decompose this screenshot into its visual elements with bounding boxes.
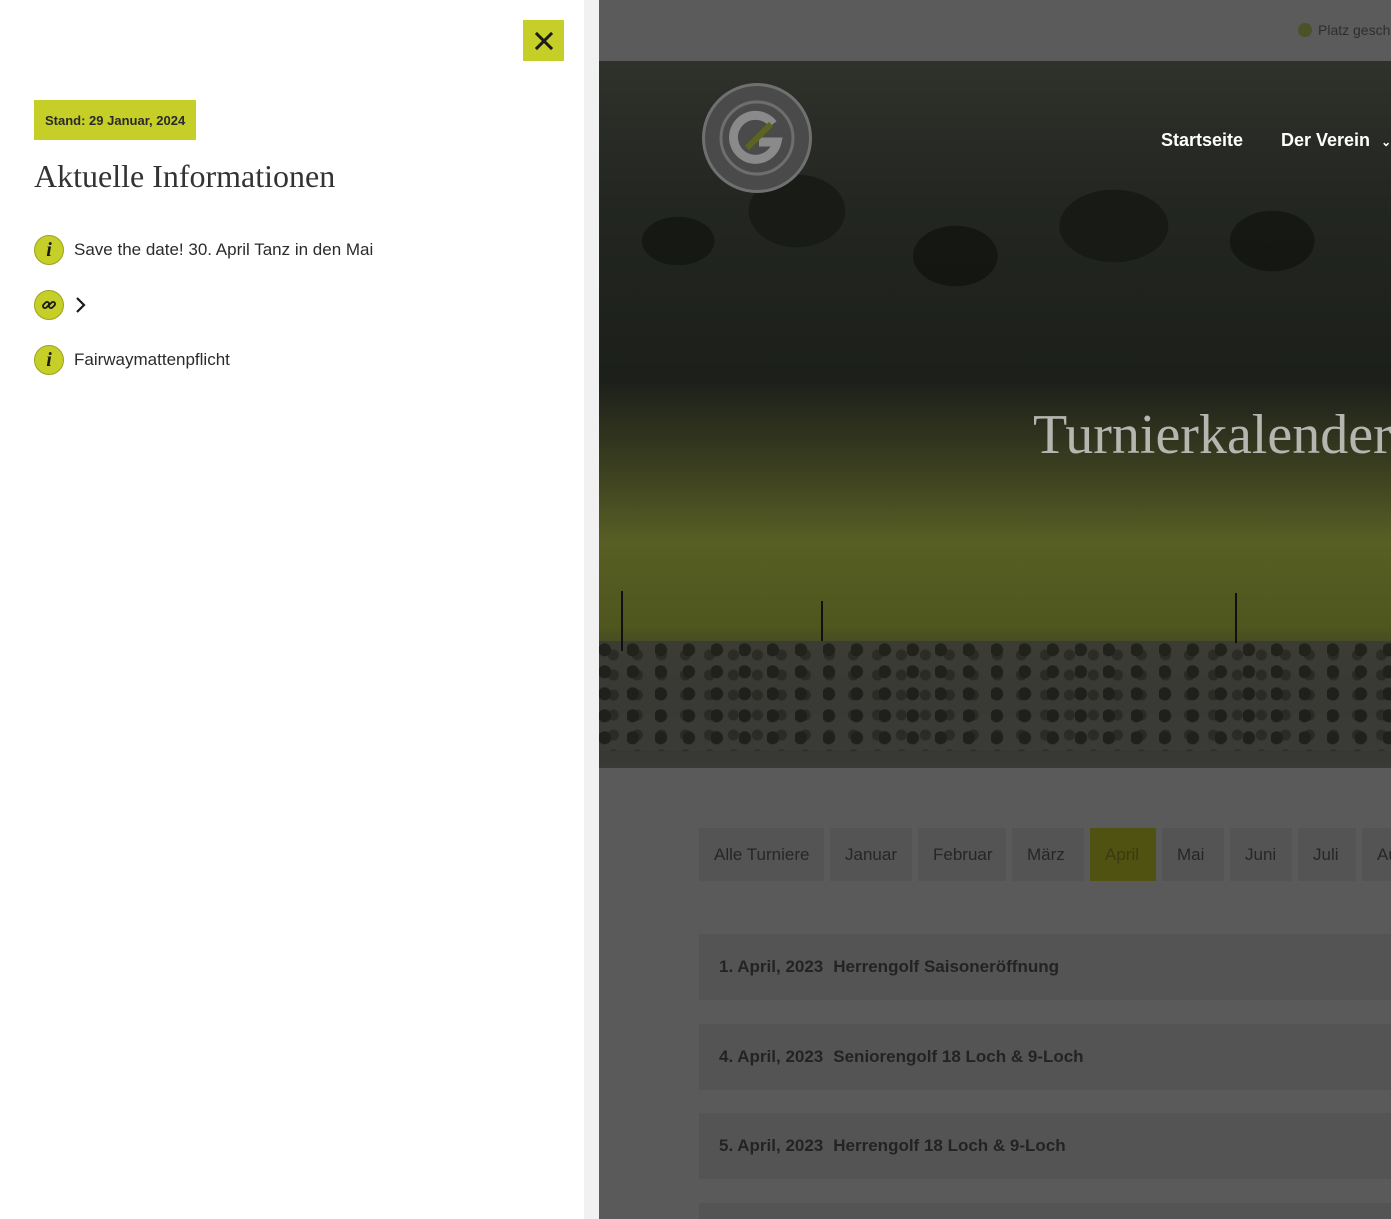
status-dot-icon <box>1298 23 1312 37</box>
hero-rocks <box>599 641 1391 751</box>
event-date: 1. April, 2023 <box>719 957 824 976</box>
chevron-down-icon: ⌄ <box>1381 135 1391 149</box>
event-name: Herrengolf 18 Loch & 9-Loch <box>833 1136 1066 1155</box>
chevron-right-icon[interactable] <box>74 296 88 314</box>
month-filter: Alle Turniere Januar Februar März April … <box>699 828 1391 881</box>
event-row[interactable]: 4. April, 2023 Seniorengolf 18 Loch & 9-… <box>699 1024 1391 1090</box>
month-label: Aug <box>1377 844 1391 864</box>
info-item[interactable]: i Fairwaymattenpflicht <box>34 345 230 375</box>
month-label: Januar <box>845 844 897 864</box>
month-tab-juli[interactable]: Juli <box>1298 828 1356 881</box>
close-button[interactable] <box>523 20 564 61</box>
nav-startseite[interactable]: Startseite <box>1161 130 1243 151</box>
hero-pole <box>621 591 623 651</box>
course-status: Platz gesch <box>1298 22 1390 38</box>
link-chain-icon <box>42 301 56 309</box>
month-tab-maerz[interactable]: März <box>1012 828 1084 881</box>
info-item-text: Save the date! 30. April Tanz in den Mai <box>74 240 374 259</box>
hero-pole <box>1235 593 1237 643</box>
month-tab-april[interactable]: April <box>1090 828 1156 881</box>
event-date: 5. April, 2023 <box>719 1136 824 1155</box>
event-row[interactable]: 5. April, 2023 Herrengolf 18 Loch & 9-Lo… <box>699 1113 1391 1179</box>
info-panel: Stand: 29 Januar, 2024 Aktuelle Informat… <box>0 0 599 1219</box>
panel-title: Aktuelle Informationen <box>34 158 336 194</box>
course-status-text: Platz gesch <box>1318 22 1391 38</box>
hero-pole <box>821 601 823 641</box>
hero-title: Turnierkalender <box>1033 404 1391 466</box>
event-name: Herrengolf Saisoneröffnung <box>833 957 1059 976</box>
info-icon: i <box>34 345 64 375</box>
month-label: März <box>1027 844 1065 864</box>
month-label: Juli <box>1313 844 1339 864</box>
month-tab-januar[interactable]: Januar <box>830 828 912 881</box>
link-item[interactable] <box>34 290 98 320</box>
close-icon <box>534 31 553 50</box>
stand-badge: Stand: 29 Januar, 2024 <box>34 100 197 140</box>
info-item[interactable]: i Save the date! 30. April Tanz in den M… <box>34 235 373 265</box>
month-label: Mai <box>1177 844 1205 864</box>
club-logo[interactable] <box>702 83 812 193</box>
month-tab-august[interactable]: Aug <box>1362 828 1391 881</box>
event-row[interactable] <box>699 1203 1391 1219</box>
month-label: Alle Turniere <box>714 844 810 864</box>
month-label: April <box>1105 844 1140 864</box>
info-item-text: Fairwaymattenpflicht <box>74 350 230 369</box>
month-tab-februar[interactable]: Februar <box>918 828 1006 881</box>
club-logo-icon <box>719 100 795 176</box>
link-icon <box>34 290 64 320</box>
month-tab-alle[interactable]: Alle Turniere <box>699 828 824 881</box>
nav-der-verein[interactable]: Der Verein ⌄ <box>1281 130 1391 151</box>
month-tab-mai[interactable]: Mai <box>1162 828 1224 881</box>
panel-scrollbar[interactable] <box>584 0 599 1219</box>
nav-startseite-label: Startseite <box>1161 130 1244 150</box>
month-tab-juni[interactable]: Juni <box>1230 828 1292 881</box>
event-date: 4. April, 2023 <box>719 1047 824 1066</box>
month-label: Juni <box>1245 844 1277 864</box>
month-label: Februar <box>933 844 993 864</box>
info-icon: i <box>34 235 64 265</box>
nav-der-verein-label: Der Verein <box>1281 130 1371 150</box>
event-name: Seniorengolf 18 Loch & 9-Loch <box>833 1047 1084 1066</box>
event-row[interactable]: 1. April, 2023 Herrengolf Saisoneröffnun… <box>699 934 1391 1000</box>
